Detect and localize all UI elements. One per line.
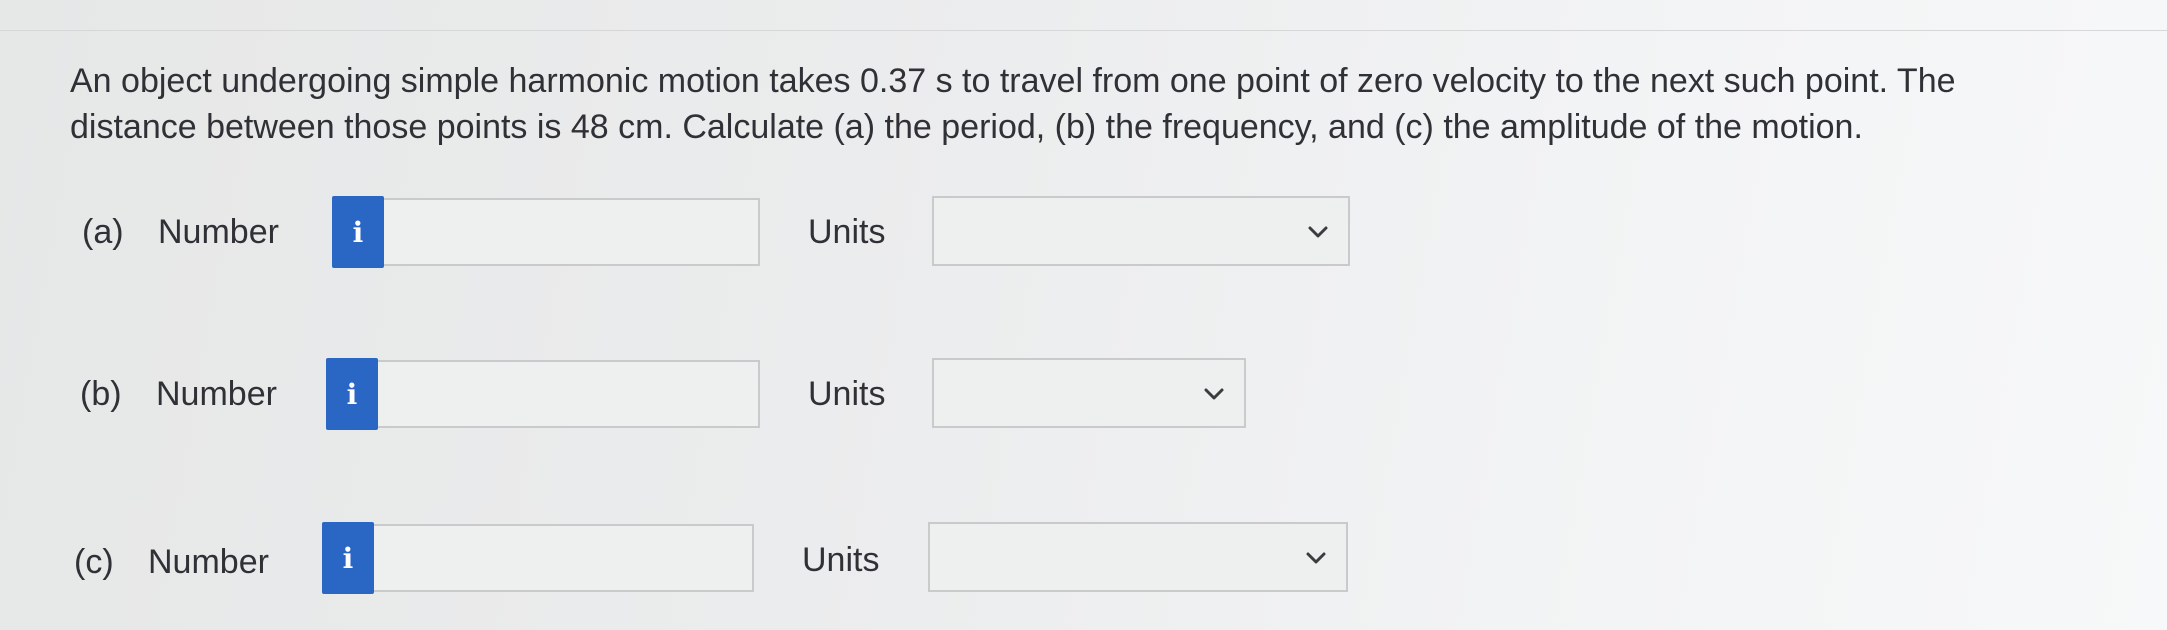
top-divider	[0, 30, 2167, 31]
part-c-info-button[interactable]: i	[322, 522, 374, 594]
chevron-down-icon	[1204, 388, 1224, 400]
info-icon: i	[352, 215, 364, 249]
part-b-row: (b) Number i Units	[0, 356, 2167, 436]
part-c-label: (c)	[74, 543, 114, 581]
part-b-units-select[interactable]	[932, 358, 1246, 428]
chevron-down-icon	[1306, 552, 1326, 564]
info-icon: i	[342, 541, 354, 575]
part-a-number-label: Number	[158, 213, 279, 251]
part-b-label: (b)	[80, 375, 122, 413]
question-text: An object undergoing simple harmonic mot…	[70, 62, 1956, 146]
part-b-number-input[interactable]	[378, 360, 760, 428]
part-b-number-label: Number	[156, 375, 277, 413]
part-a-info-button[interactable]: i	[332, 196, 384, 268]
part-a-number-input[interactable]	[384, 198, 760, 266]
part-c-row: (c) Number i Units	[0, 518, 2167, 598]
info-icon: i	[346, 377, 358, 411]
part-a-label: (a)	[82, 213, 124, 251]
part-a-units-select[interactable]	[932, 196, 1350, 266]
part-a-row: (a) Number i Units	[0, 190, 2167, 270]
part-c-units-select[interactable]	[928, 522, 1348, 592]
part-b-info-button[interactable]: i	[326, 358, 378, 430]
part-a-units-label: Units	[808, 213, 886, 251]
part-c-number-input[interactable]	[374, 524, 754, 592]
part-c-number-label: Number	[148, 543, 269, 581]
part-b-units-label: Units	[808, 375, 886, 413]
part-c-units-label: Units	[802, 541, 880, 579]
chevron-down-icon	[1308, 226, 1328, 238]
